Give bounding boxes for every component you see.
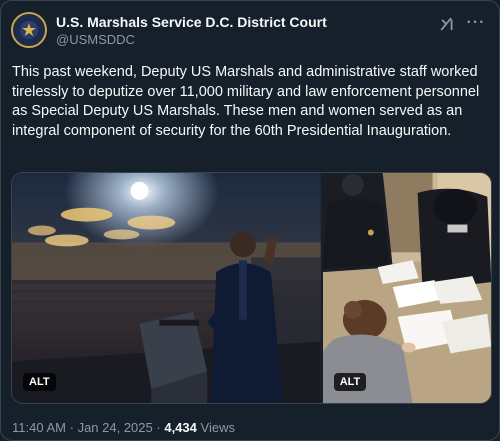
tweet-card: ★ U.S. Marshals Service D.C. District Co… xyxy=(0,0,500,441)
paperwork-signing-photo[interactable]: ALT xyxy=(322,173,491,403)
views-label: Views xyxy=(200,420,235,435)
tweet-meta: 11:40 AM · Jan 24, 2025 · 4,434 Views xyxy=(12,419,235,436)
tweet-date[interactable]: Jan 24, 2025 xyxy=(78,420,153,435)
more-icon[interactable]: ··· xyxy=(467,14,485,32)
meta-separator: · xyxy=(69,420,74,435)
paperwork-scene xyxy=(322,173,491,403)
meta-separator: · xyxy=(156,420,161,435)
usms-star-badge-icon: ★ xyxy=(20,20,38,40)
account-names: U.S. Marshals Service D.C. District Cour… xyxy=(56,14,327,48)
views-count[interactable]: 4,434 xyxy=(164,420,197,435)
tweet-time[interactable]: 11:40 AM xyxy=(12,420,66,435)
avatar[interactable]: ★ xyxy=(11,12,47,48)
grok-icon[interactable] xyxy=(439,15,457,33)
media-grid: ALT ALT xyxy=(11,172,492,404)
display-name[interactable]: U.S. Marshals Service D.C. District Cour… xyxy=(56,14,327,31)
handle[interactable]: @USMSDDC xyxy=(56,31,327,48)
tweet-header: ★ U.S. Marshals Service D.C. District Co… xyxy=(11,12,487,52)
alt-badge[interactable]: ALT xyxy=(333,373,367,391)
ballroom-swearing-in-photo[interactable]: ALT xyxy=(12,173,321,403)
ballroom-scene xyxy=(12,173,321,403)
tweet-text: This past weekend, Deputy US Marshals an… xyxy=(12,64,480,139)
alt-badge[interactable]: ALT xyxy=(23,373,56,391)
